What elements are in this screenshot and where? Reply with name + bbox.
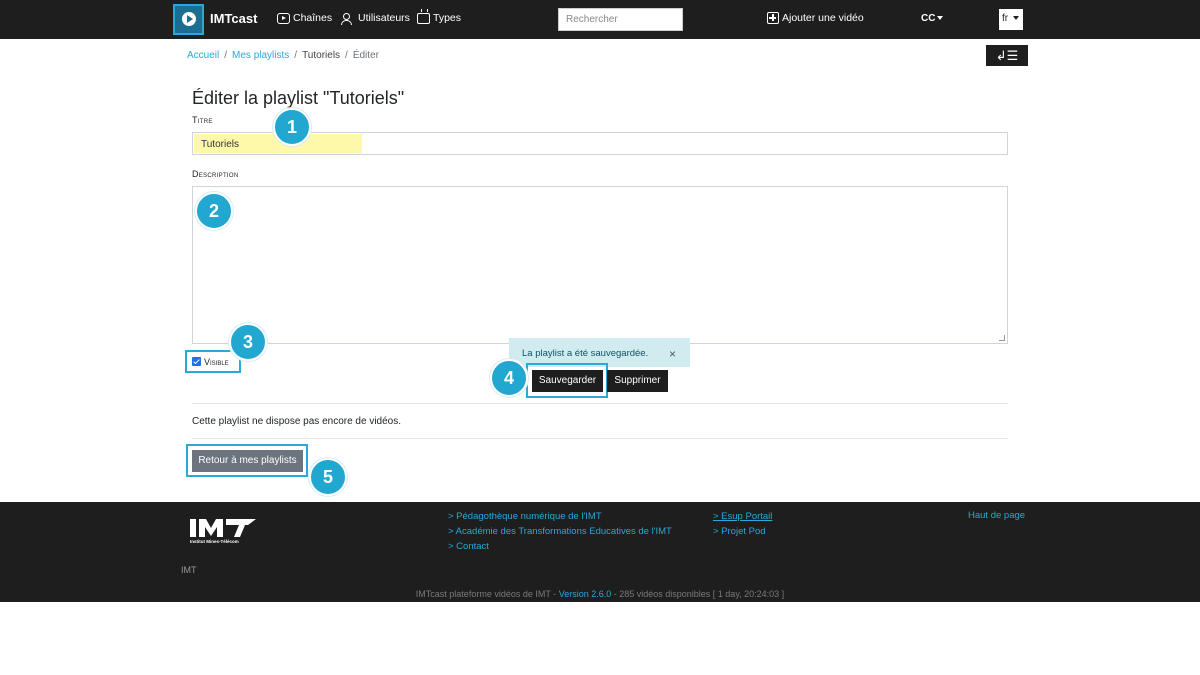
nav-types-label: Types [433, 12, 462, 24]
search-input[interactable] [558, 8, 683, 31]
language-select[interactable]: fr [999, 9, 1023, 30]
credits-suffix: - 285 vidéos disponibles [ 1 day, 20:24:… [611, 589, 785, 599]
imt-logo-icon [190, 519, 256, 537]
footer-links-col2: > Esup Portail > Projet Pod [713, 509, 772, 539]
visible-checkbox[interactable] [192, 357, 201, 366]
back-to-top-link[interactable]: Haut de page [968, 510, 1025, 521]
nav-channels[interactable]: Chaînes [277, 12, 332, 24]
back-to-playlists-button[interactable]: Retour à mes playlists [192, 450, 303, 472]
sort-list-icon: ↲☰ [995, 48, 1019, 63]
aside-toggle-button[interactable]: ↲☰ [986, 45, 1028, 66]
footer-link-contact[interactable]: > Contact [448, 539, 672, 554]
footer-credits: IMTcast plateforme vidéos de IMT - Versi… [0, 589, 1200, 599]
play-icon [277, 12, 290, 24]
alert-message: La playlist a été sauvegardée. [522, 348, 649, 359]
footer-links-col1: > Pédagothèque numérique de l'IMT > Acad… [448, 509, 672, 554]
nav-types[interactable]: Types [417, 12, 461, 24]
footer: Institut Mines-Télécom IMT > Pédagothèqu… [0, 502, 1200, 602]
breadcrumb-playlist: Tutoriels [302, 50, 341, 61]
cc-dropdown[interactable]: CC [921, 13, 944, 24]
description-label: Description [192, 169, 239, 179]
divider [192, 403, 1008, 404]
footer-link-academie[interactable]: > Académie des Transformations Educative… [448, 524, 672, 539]
footer-link-esup[interactable]: > Esup Portail [713, 509, 772, 524]
breadcrumb-current: Éditer [352, 50, 379, 61]
breadcrumb-my-playlists[interactable]: Mes playlists [232, 50, 289, 61]
step-badge-2: 2 [195, 192, 233, 230]
resize-handle-icon[interactable] [999, 335, 1005, 341]
nav-users-label: Utilisateurs [358, 12, 410, 24]
nav-channels-label: Chaînes [293, 12, 333, 24]
logo-subtitle: Institut Mines-Télécom [190, 539, 239, 544]
step-badge-4: 4 [490, 359, 528, 397]
title-field-value: Tutoriels [201, 139, 239, 150]
top-navbar: IMTcast Chaînes Utilisateurs Types Ajout… [0, 0, 1200, 39]
save-button[interactable]: Sauvegarder [532, 370, 603, 392]
step-badge-3: 3 [229, 323, 267, 361]
nav-users[interactable]: Utilisateurs [340, 12, 410, 25]
close-icon[interactable]: × [669, 347, 676, 361]
breadcrumb-home[interactable]: Accueil [187, 50, 219, 61]
brand-name[interactable]: IMTcast [210, 11, 257, 26]
breadcrumb: Accueil / Mes playlists / Tutoriels / Éditer [187, 50, 379, 61]
title-label: Titre [192, 115, 213, 125]
users-icon [340, 12, 355, 25]
credits-prefix: IMTcast plateforme vidéos de IMT - [415, 589, 559, 599]
divider [192, 438, 1008, 439]
caret-down-icon [937, 16, 944, 21]
visible-label[interactable]: Visible [204, 357, 229, 367]
description-textarea[interactable] [192, 186, 1008, 344]
add-video-label: Ajouter une vidéo [782, 12, 864, 24]
plus-square-icon [767, 12, 779, 24]
footer-link-pod[interactable]: > Projet Pod [713, 524, 772, 539]
language-value: fr [1002, 13, 1009, 24]
caret-down-icon [1012, 16, 1019, 21]
logo-icon[interactable] [173, 4, 204, 35]
page-title: Éditer la playlist "Tutoriels" [192, 88, 405, 108]
step-badge-5: 5 [309, 458, 347, 496]
footer-imt: IMT [181, 565, 197, 575]
add-video-link[interactable]: Ajouter une vidéo [767, 12, 864, 24]
tv-icon [417, 12, 430, 24]
cc-label: CC [921, 13, 936, 24]
empty-playlist-message: Cette playlist ne dispose pas encore de … [192, 416, 402, 427]
footer-link-pedagotheque[interactable]: > Pédagothèque numérique de l'IMT [448, 509, 672, 524]
version-link[interactable]: Version 2.6.0 [559, 589, 612, 599]
delete-button[interactable]: Supprimer [607, 370, 668, 392]
title-field[interactable]: Tutoriels [192, 132, 1008, 155]
step-badge-1: 1 [273, 108, 311, 146]
